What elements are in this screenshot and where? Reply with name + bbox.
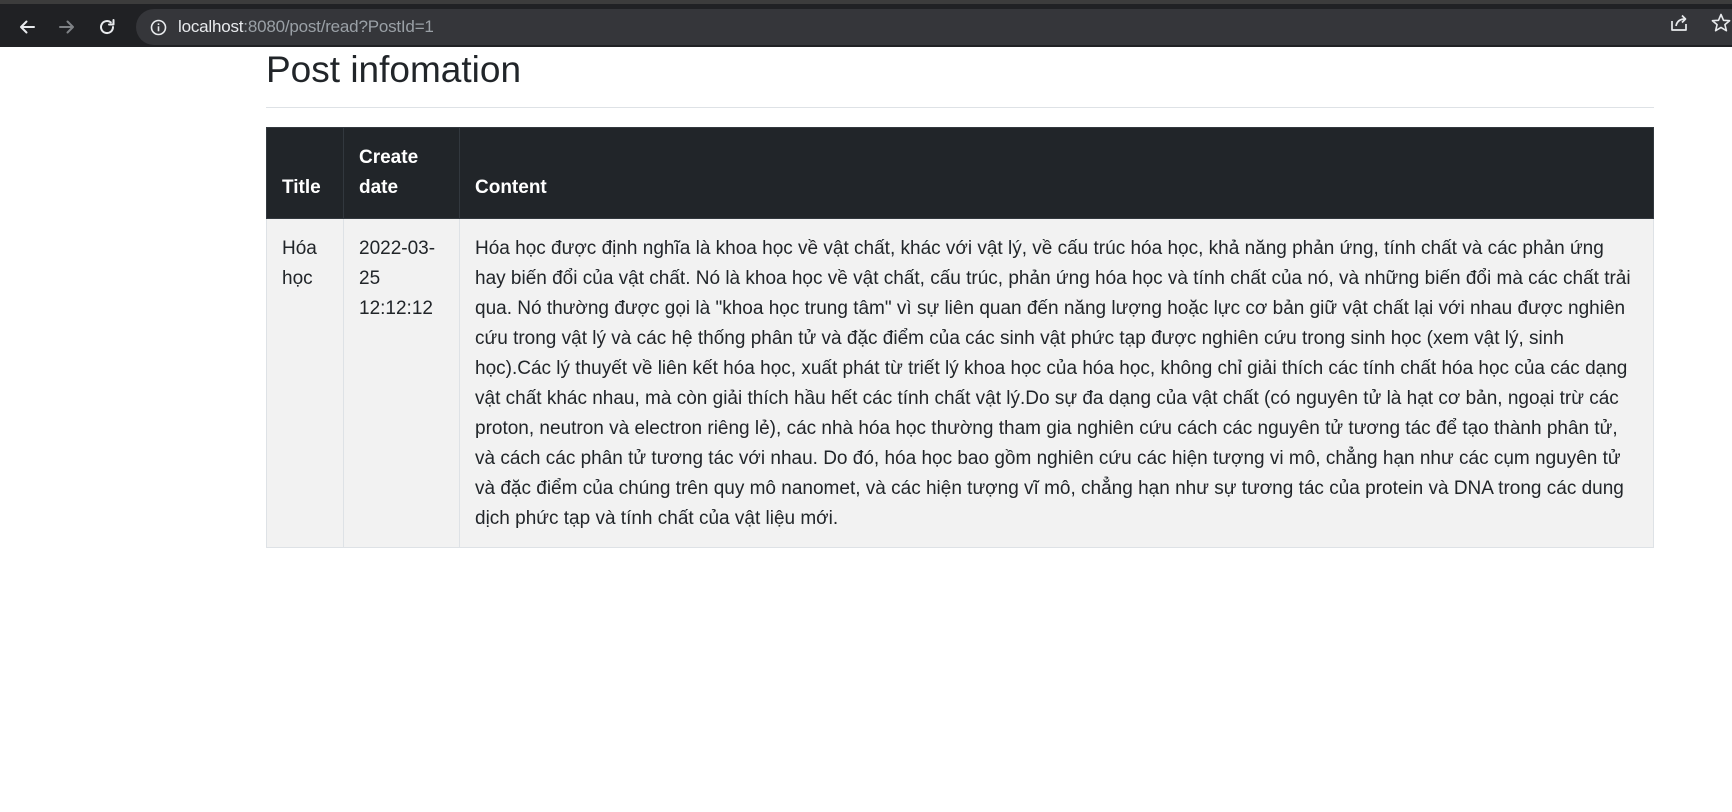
cell-title: Hóa học	[266, 218, 344, 548]
forward-button[interactable]	[51, 11, 83, 43]
reload-icon	[100, 19, 115, 35]
title-divider	[266, 107, 1654, 108]
address-bar[interactable]: localhost:8080/post/read?PostId=1	[136, 9, 1732, 45]
column-header-content: Content	[459, 127, 1654, 219]
post-table: Title Create date Content Hóa học 2022-0…	[266, 127, 1654, 548]
bookmark-star-icon[interactable]	[1710, 12, 1732, 34]
table-header-row: Title Create date Content	[266, 127, 1654, 219]
url-host: localhost	[178, 17, 244, 36]
share-icon[interactable]	[1668, 12, 1690, 34]
browser-toolbar: localhost:8080/post/read?PostId=1	[0, 0, 1732, 47]
back-arrow-icon	[20, 20, 35, 34]
table-row: Hóa học 2022-03-25 12:12:12 Hóa học được…	[266, 218, 1654, 548]
cell-create-date: 2022-03-25 12:12:12	[343, 218, 460, 548]
column-header-create-date: Create date	[343, 127, 460, 219]
table-body: Hóa học 2022-03-25 12:12:12 Hóa học được…	[266, 218, 1654, 548]
table-header: Title Create date Content	[266, 127, 1654, 219]
column-header-title: Title	[266, 127, 344, 219]
page-container: Post infomation Title Create date Conten…	[266, 47, 1654, 548]
reload-button[interactable]	[91, 11, 123, 43]
site-info-icon[interactable]	[150, 19, 167, 36]
back-button[interactable]	[11, 11, 43, 43]
forward-arrow-icon	[59, 20, 74, 34]
cell-content: Hóa học được định nghĩa là khoa học về v…	[459, 218, 1654, 548]
page-title: Post infomation	[266, 49, 522, 90]
url-text[interactable]: localhost:8080/post/read?PostId=1	[178, 18, 434, 36]
url-path: :8080/post/read?PostId=1	[243, 17, 434, 36]
